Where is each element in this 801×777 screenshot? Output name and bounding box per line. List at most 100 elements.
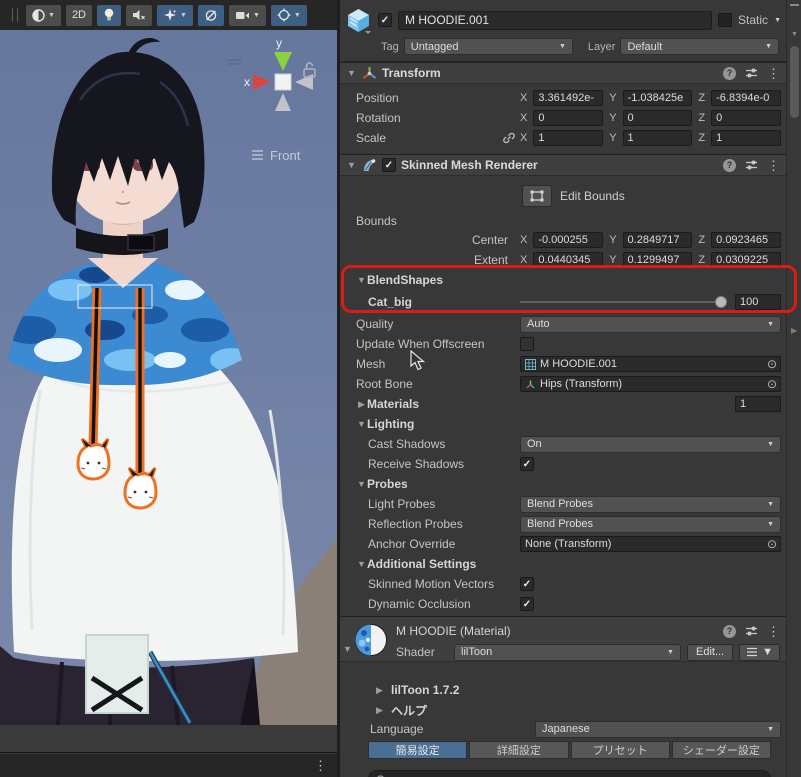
kebab-icon[interactable]: ⋮	[767, 67, 780, 80]
scale-y-field[interactable]: 1	[622, 130, 693, 146]
layer-dropdown[interactable]: Default ▼	[620, 38, 779, 55]
scene-lighting-button[interactable]	[97, 4, 121, 26]
foldout-open-icon[interactable]: ▼	[343, 644, 352, 654]
foldout-open-icon[interactable]: ▼	[356, 419, 367, 429]
help-icon[interactable]: ?	[723, 66, 736, 80]
static-checkbox[interactable]	[718, 13, 733, 27]
minimize-icon[interactable]	[790, 4, 799, 6]
anchor-override-field[interactable]: None (Transform) ⊙	[520, 536, 781, 552]
shader-dropdown[interactable]: lilToon ▼	[454, 643, 681, 661]
blendshape-slider[interactable]	[520, 294, 727, 310]
blendshape-value-field[interactable]: 100	[735, 294, 781, 310]
kebab-icon[interactable]: ⋮	[767, 159, 780, 172]
materials-row[interactable]: ▶ Materials 1	[340, 394, 786, 414]
scale-x-field[interactable]: 1	[533, 130, 604, 146]
smr-header[interactable]: ▼ ✓ Skinned Mesh Renderer ? ⋮	[340, 154, 786, 176]
foldout-open-icon[interactable]: ▼	[356, 479, 367, 489]
center-x-field[interactable]: -0.000255	[533, 232, 604, 248]
object-picker-icon[interactable]: ⊙	[767, 538, 777, 550]
scale-z-field[interactable]: 1	[711, 130, 781, 146]
gizmo-view-label[interactable]: Front	[270, 148, 301, 163]
foldout-open-icon[interactable]: ▼	[346, 160, 357, 170]
active-checkbox[interactable]: ✓	[378, 13, 392, 27]
object-picker-icon[interactable]: ⊙	[767, 378, 777, 390]
rotation-y-field[interactable]: 0	[622, 110, 693, 126]
presets-icon[interactable]	[745, 625, 758, 637]
draw-mode-button[interactable]: ▼	[26, 4, 61, 26]
slider-handle[interactable]	[715, 296, 727, 308]
foldout-open-icon[interactable]: ▼	[356, 275, 367, 285]
skinned-motion-checkbox[interactable]: ✓	[520, 577, 534, 591]
scene-audio-button[interactable]	[126, 4, 152, 26]
scroll-up-icon[interactable]: ▼	[791, 31, 798, 38]
tab-presets[interactable]: プリセット	[570, 741, 670, 759]
light-probes-dropdown[interactable]: Blend Probes ▼	[520, 495, 781, 513]
lighting-foldout-row[interactable]: ▼ Lighting	[340, 414, 786, 434]
foldout-closed-icon[interactable]: ▶	[374, 685, 385, 696]
2d-toggle-button[interactable]: 2D	[65, 4, 92, 26]
dynamic-occlusion-checkbox[interactable]: ✓	[520, 597, 534, 611]
chevron-down-icon[interactable]: ▼	[774, 17, 781, 24]
extent-z-field[interactable]: 0.0309225	[711, 252, 781, 268]
edit-bounds-button[interactable]	[522, 185, 552, 207]
root-bone-object-field[interactable]: Hips (Transform) ⊙	[520, 376, 781, 392]
help-foldout[interactable]: ▶ ヘルプ	[340, 700, 786, 720]
quality-dropdown[interactable]: Auto ▼	[520, 315, 781, 333]
presets-icon[interactable]	[745, 159, 758, 171]
liltoon-version-foldout[interactable]: ▶ lilToon 1.7.2	[340, 680, 786, 700]
blendshapes-foldout-row[interactable]: ▼ BlendShapes	[340, 270, 786, 290]
shader-edit-button[interactable]: Edit...	[686, 643, 734, 661]
gizmos-button[interactable]: ▼	[270, 4, 307, 26]
extent-y-field[interactable]: 0.1299497	[622, 252, 693, 268]
rotation-x-field[interactable]: 0	[533, 110, 604, 126]
language-dropdown[interactable]: Japanese ▼	[535, 720, 781, 738]
tab-advanced-settings[interactable]: 詳細設定	[469, 741, 569, 759]
rotation-z-field[interactable]: 0	[711, 110, 781, 126]
kebab-icon[interactable]: ⋮	[767, 625, 780, 638]
gameobject-name-field[interactable]: M HOODIE.001	[398, 10, 713, 30]
probes-foldout-row[interactable]: ▼ Probes	[340, 474, 786, 494]
receive-shadows-checkbox[interactable]: ✓	[520, 457, 534, 471]
cast-shadows-dropdown[interactable]: On ▼	[520, 435, 781, 453]
foldout-open-icon[interactable]: ▼	[356, 559, 367, 569]
toolbar-drag-handle[interactable]	[12, 8, 18, 22]
materials-count-field[interactable]: 1	[735, 396, 781, 412]
gizmo-x-label[interactable]: x	[244, 75, 250, 89]
tag-dropdown[interactable]: Untagged ▼	[403, 38, 573, 55]
material-header[interactable]: ▼ M HOODIE (Material) ? ⋮ Shader lilToon…	[340, 616, 786, 662]
center-z-field[interactable]: 0.0923465	[711, 232, 781, 248]
tab-simple-settings[interactable]: 簡易設定	[368, 741, 468, 759]
help-icon[interactable]: ?	[723, 624, 736, 638]
gizmo-y-label[interactable]: y	[276, 36, 282, 50]
gizmo-center-cube[interactable]	[274, 73, 292, 91]
reflection-probes-dropdown[interactable]: Blend Probes ▼	[520, 515, 781, 533]
update-offscreen-checkbox[interactable]	[520, 337, 534, 351]
position-y-field[interactable]: -1.038425e	[622, 90, 693, 106]
foldout-closed-icon[interactable]: ▶	[374, 705, 385, 716]
material-search-field[interactable]	[368, 770, 771, 777]
position-x-field[interactable]: 3.361492e-	[533, 90, 604, 106]
expand-right-icon[interactable]: ▶	[791, 326, 797, 335]
help-icon[interactable]: ?	[723, 158, 736, 172]
foldout-closed-icon[interactable]: ▶	[356, 399, 367, 410]
transform-header[interactable]: ▼ Transform ? ⋮	[340, 62, 786, 84]
effects-button[interactable]: ▼	[157, 4, 193, 26]
scene-viewport[interactable]: y x Front	[0, 30, 337, 726]
center-y-field[interactable]: 0.2849717	[622, 232, 693, 248]
scrollbar-thumb[interactable]	[790, 46, 799, 118]
tab-shader-settings[interactable]: シェーダー設定	[671, 741, 771, 759]
hidden-objects-button[interactable]	[197, 4, 224, 26]
extent-x-field[interactable]: 0.0440345	[533, 252, 604, 268]
presets-icon[interactable]	[745, 67, 758, 79]
mesh-object-field[interactable]: M HOODIE.001 ⊙	[520, 356, 781, 372]
link-icon[interactable]	[502, 131, 516, 145]
camera-overlay-button[interactable]: ▼	[228, 4, 266, 26]
foldout-open-icon[interactable]: ▼	[346, 68, 357, 78]
material-properties-button[interactable]: ▼	[739, 643, 780, 661]
object-picker-icon[interactable]: ⊙	[767, 358, 777, 370]
additional-settings-row[interactable]: ▼ Additional Settings	[340, 554, 786, 574]
position-z-field[interactable]: -6.8394e-0	[711, 90, 781, 106]
kebab-icon[interactable]: ⋮	[314, 759, 327, 772]
inspector-scrollbar[interactable]: ▼ ▶	[786, 0, 801, 777]
smr-enabled-checkbox[interactable]: ✓	[382, 158, 396, 172]
